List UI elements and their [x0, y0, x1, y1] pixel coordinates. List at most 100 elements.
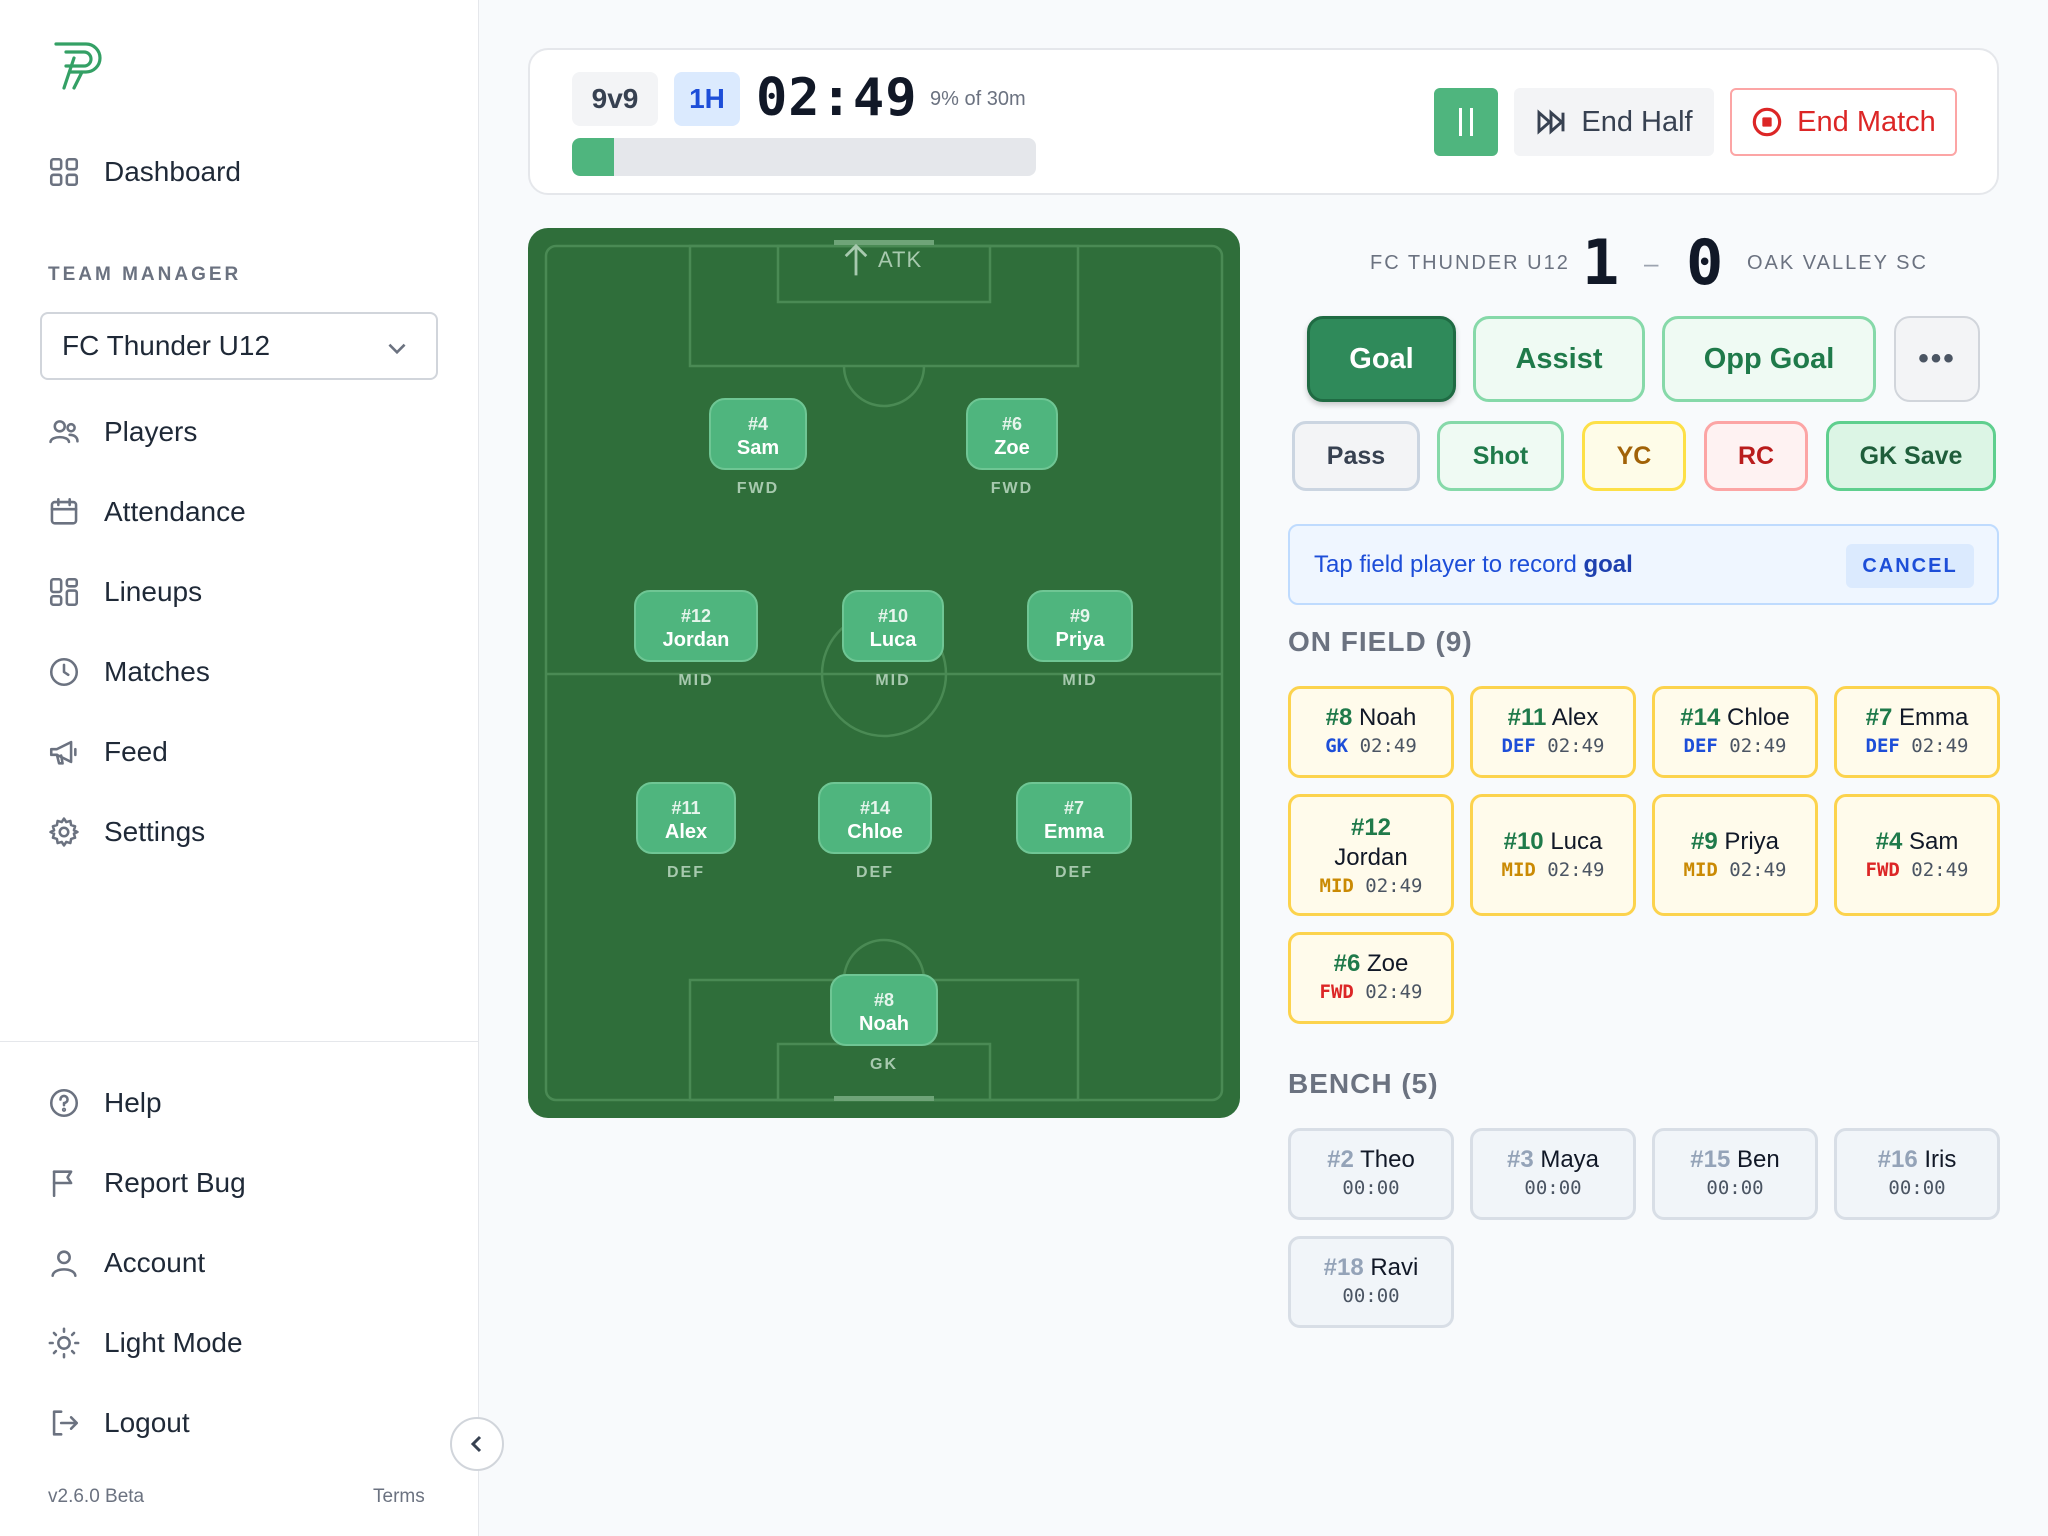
player-position: DEF	[856, 864, 894, 881]
terms-link[interactable]: Terms	[373, 1486, 425, 1508]
nav-account[interactable]: Account	[44, 1237, 205, 1289]
arrow-up-icon	[844, 243, 868, 276]
on-field-player-card[interactable]: #14 Chloe DEF 02:49	[1652, 686, 1818, 778]
opp-goal-button[interactable]: Opp Goal	[1662, 316, 1876, 402]
player-number: #9	[1069, 606, 1091, 626]
player-number: #7	[1063, 798, 1085, 818]
gk-save-button[interactable]: GK Save	[1826, 421, 1996, 491]
player-name: Noah	[859, 1013, 909, 1035]
on-field-player-card[interactable]: #7 Emma DEF 02:49	[1834, 686, 2000, 778]
on-field-player-card[interactable]: #10 Luca MID 02:49	[1470, 794, 1636, 916]
field-player-chip[interactable]: #10 Luca	[842, 590, 944, 662]
player-time: 02:49	[1365, 875, 1423, 897]
player-meta: MID 02:49	[1655, 857, 1815, 883]
nav-label: Players	[104, 416, 198, 447]
player-name: Emma	[1043, 821, 1105, 843]
player-position: FWD	[990, 480, 1034, 497]
field-player-chip[interactable]: #9 Priya	[1027, 590, 1133, 662]
nav-matches[interactable]: Matches	[44, 646, 210, 698]
nav-attendance[interactable]: Attendance	[44, 486, 246, 538]
player-number: #4	[1875, 828, 1903, 855]
red-card-button[interactable]: RC	[1704, 421, 1808, 491]
nav-logout[interactable]: Logout	[44, 1397, 190, 1449]
field-player-chip[interactable]: #4 Sam	[709, 398, 807, 470]
player-position: MID	[678, 672, 714, 689]
nav-settings[interactable]: Settings	[44, 806, 205, 858]
bench-player-card[interactable]: #3 Maya 00:00	[1470, 1128, 1636, 1220]
field-player-chip[interactable]: #8 Noah	[830, 974, 938, 1046]
on-field-player-card[interactable]: #12 Jordan MID 02:49	[1288, 794, 1454, 916]
bench-player-card[interactable]: #2 Theo 00:00	[1288, 1128, 1454, 1220]
player-position: FWD	[1865, 859, 1900, 881]
end-half-button[interactable]: End Half	[1514, 88, 1714, 156]
nav-label: Help	[104, 1087, 162, 1118]
on-field-player-card[interactable]: #9 Priya MID 02:49	[1652, 794, 1818, 916]
nav-dashboard[interactable]: Dashboard	[44, 146, 241, 198]
collapse-sidebar-button[interactable]	[450, 1417, 504, 1471]
player-name: Noah	[1359, 704, 1417, 731]
nav-help[interactable]: Help	[44, 1077, 162, 1129]
bench-player-card[interactable]: #15 Ben 00:00	[1652, 1128, 1818, 1220]
player-time: 00:00	[1342, 1177, 1400, 1199]
field-player-chip[interactable]: #11 Alex	[636, 782, 736, 854]
nav-label: Matches	[104, 656, 210, 687]
field-player-chip[interactable]: #7 Emma	[1016, 782, 1132, 854]
player-position: DEF	[1865, 735, 1900, 757]
player-name: Theo	[1360, 1146, 1415, 1173]
match-progress-fill	[572, 138, 614, 176]
field-player-chip[interactable]: #12 Jordan	[634, 590, 758, 662]
nav-players[interactable]: Players	[44, 406, 197, 458]
on-field-player-card[interactable]: #4 Sam FWD 02:49	[1834, 794, 2000, 916]
hint-prefix: Tap field player to record	[1314, 551, 1584, 578]
end-match-button[interactable]: End Match	[1730, 88, 1957, 156]
yellow-card-button[interactable]: YC	[1582, 421, 1686, 491]
team-select[interactable]: FC Thunder U12	[40, 312, 438, 380]
field-player-chip[interactable]: #14 Chloe	[818, 782, 932, 854]
record-hint-banner: Tap field player to record goal CANCEL	[1288, 524, 1999, 605]
player-time: 00:00	[1706, 1177, 1764, 1199]
player-number: #14	[859, 798, 891, 818]
pause-button[interactable]	[1434, 88, 1498, 156]
nav-light-mode[interactable]: Light Mode	[44, 1317, 243, 1369]
nav-label: Dashboard	[104, 156, 241, 187]
nav-label: Settings	[104, 816, 206, 847]
player-name: Ravi	[1370, 1254, 1419, 1281]
cancel-button[interactable]: CANCEL	[1846, 544, 1974, 588]
bench-heading: BENCH (5)	[1288, 1068, 1439, 1099]
player-number: #12	[1350, 814, 1392, 841]
player-time: 00:00	[1342, 1285, 1400, 1307]
field-player-chip[interactable]: #6 Zoe	[966, 398, 1058, 470]
chevron-left-icon	[470, 1435, 482, 1453]
on-field-player-card[interactable]: #6 Zoe FWD 02:49	[1288, 932, 1454, 1024]
away-team-name: OAK VALLEY SC	[1747, 252, 1928, 274]
pass-button[interactable]: Pass	[1292, 421, 1420, 491]
player-meta: FWD 02:49	[1291, 979, 1451, 1005]
on-field-player-card[interactable]: #11 Alex DEF 02:49	[1470, 686, 1636, 778]
player-time: 00:00	[1888, 1177, 1946, 1199]
nav-label: Logout	[104, 1407, 190, 1438]
nav-feed[interactable]: Feed	[44, 726, 168, 778]
on-field-player-card[interactable]: #8 Noah GK 02:49	[1288, 686, 1454, 778]
shot-button[interactable]: Shot	[1437, 421, 1564, 491]
bench-player-card[interactable]: #16 Iris 00:00	[1834, 1128, 2000, 1220]
app-version: v2.6.0 Beta	[48, 1486, 145, 1507]
player-time: 02:49	[1547, 859, 1605, 881]
nav-lineups[interactable]: Lineups	[44, 566, 202, 618]
player-meta: FWD 02:49	[1837, 857, 1997, 883]
nav-report-bug[interactable]: Report Bug	[44, 1157, 246, 1209]
app-logo-icon[interactable]	[52, 36, 112, 92]
player-name: Priya	[1724, 828, 1780, 855]
assist-button[interactable]: Assist	[1473, 316, 1645, 402]
bench-player-card[interactable]: #18 Ravi 00:00	[1288, 1236, 1454, 1328]
player-number: #14	[1680, 704, 1721, 731]
pitch: ATK #4 Sam FWD #6 Zoe FWD #12 Jordan MID…	[528, 228, 1240, 1118]
player-meta: GK 02:49	[1291, 733, 1451, 759]
goal-button[interactable]: Goal	[1307, 316, 1456, 402]
player-label: #6 Zoe	[1291, 949, 1451, 979]
more-events-button[interactable]: •••	[1894, 316, 1980, 402]
player-position: GK	[870, 1056, 898, 1073]
player-position: MID	[1319, 875, 1354, 897]
player-time: 02:49	[1911, 859, 1969, 881]
player-label: #8 Noah	[1291, 703, 1451, 733]
grid-icon	[44, 152, 84, 192]
